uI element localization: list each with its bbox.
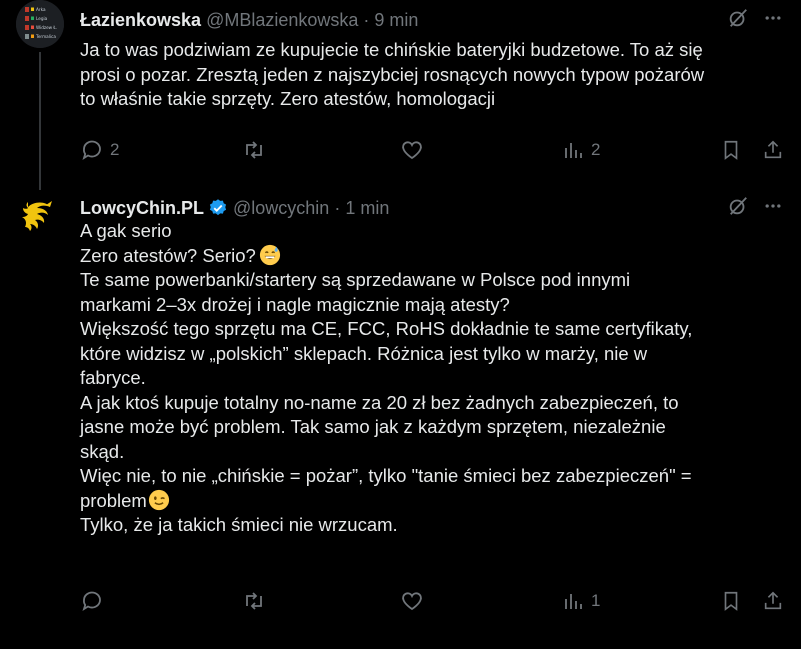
tweet-actions: 1: [80, 589, 783, 613]
heart-icon: [402, 592, 422, 611]
views-button[interactable]: 2: [561, 138, 600, 162]
tweet-timestamp[interactable]: 1 min: [345, 198, 389, 219]
tweet-actions: 2 2: [80, 138, 783, 162]
tweet-text-line: A jak ktoś kupuje totalny no-name za 20 …: [80, 391, 679, 413]
tweet-lazienkowska[interactable]: Arka Legia Widzew Ł. Termalica Łazienkow…: [0, 0, 801, 190]
tweet-header: LowcyChin.PL @lowcychin · 1 min: [80, 197, 783, 219]
tweet-text-line: Tylko, że ja takich śmieci nie wrzucam.: [80, 514, 398, 535]
views-count: 2: [591, 140, 601, 159]
tweet-text-line: markami 2–3x drożej i nagle magicznie ma…: [80, 293, 510, 315]
grinning-face-with-sweat-emoji: [259, 244, 280, 265]
more-options-icon[interactable]: [763, 196, 783, 221]
winking-face-emoji: [148, 489, 169, 510]
author-name[interactable]: Łazienkowska: [80, 10, 201, 31]
tweet-text-line: Większość tego sprzętu ma CE, FCC, RoHS …: [80, 318, 693, 339]
tweet-text-line: skąd.: [80, 440, 125, 462]
tweet-text-fragment: problem: [80, 489, 147, 511]
tweet-text-line: Ja to was podziwiam ze kupujecie te chiń…: [80, 39, 703, 60]
bookmark-icon: [724, 591, 738, 611]
heart-icon: [402, 141, 422, 160]
repost-icon: [246, 141, 262, 159]
author-handle[interactable]: @lowcychin: [233, 198, 329, 219]
tweet-timestamp[interactable]: 9 min: [374, 10, 418, 31]
author-handle[interactable]: @MBlazienkowska: [206, 10, 358, 31]
tweet-text-line: prosi o pozar. Zresztą jeden z najszybci…: [80, 63, 705, 85]
more-options-icon[interactable]: [763, 8, 783, 33]
repost-button[interactable]: [242, 138, 272, 162]
dragon-logo-icon: [16, 193, 64, 241]
share-icon: [764, 591, 782, 610]
tweet-header: Łazienkowska @MBlazienkowska · 9 min: [80, 9, 783, 31]
tweet-text-line: to właśnie takie sprzęty. Zero atestów, …: [80, 88, 496, 109]
repost-icon: [246, 592, 262, 610]
tweet-text-fragment: Zero atestów? Serio?: [80, 244, 256, 266]
tweet-text-line: Więc nie, to nie „chińskie = pożar”, tyl…: [80, 465, 692, 486]
tweet-text-line: które widzisz w „polskich” sklepach. Róż…: [80, 342, 648, 364]
avatar-league-table[interactable]: Arka Legia Widzew Ł. Termalica: [16, 0, 64, 48]
reply-icon: [82, 591, 101, 612]
repost-button[interactable]: [242, 589, 272, 613]
tweet-text: Ja to was podziwiam ze kupujecie te chiń…: [80, 38, 785, 112]
avatar-row-4: Termalica: [35, 34, 56, 39]
tweet-text-line: jasne może być problem. Tak samo jak z k…: [80, 416, 666, 437]
tweet-text-line: A gak serio: [80, 220, 172, 241]
reply-icon: [82, 140, 101, 161]
views-count: 1: [591, 591, 601, 610]
like-button[interactable]: [400, 589, 430, 613]
views-chart-icon: [565, 143, 582, 158]
share-icon: [764, 140, 782, 159]
thread-connector-line: [39, 52, 41, 190]
author-name[interactable]: LowcyChin.PL: [80, 198, 204, 219]
tweet-lowcychin[interactable]: LowcyChin.PL @lowcychin · 1 min A gak se…: [0, 189, 801, 649]
views-chart-icon: [565, 594, 582, 609]
avatar-row-2: Legia: [36, 16, 48, 21]
reply-count: 2: [110, 140, 120, 159]
views-button[interactable]: 1: [561, 589, 600, 613]
grok-icon[interactable]: [727, 195, 749, 222]
separator-dot: ·: [363, 9, 370, 30]
reply-button[interactable]: [80, 589, 110, 613]
separator-dot: ·: [334, 197, 341, 218]
tweet-text: A gak serio Zero atestów? Serio? Te same…: [80, 219, 785, 538]
bookmark-icon: [724, 140, 738, 160]
grok-icon[interactable]: [727, 7, 749, 34]
tweet-text-line: fabryce.: [80, 367, 146, 388]
bookmark-button[interactable]: [720, 589, 742, 613]
avatar-yellow-dragon[interactable]: [16, 193, 64, 241]
reply-button[interactable]: 2: [80, 138, 119, 162]
avatar-row-1: Arka: [36, 7, 46, 12]
share-button[interactable]: [762, 589, 784, 613]
tweet-text-line: problem: [80, 489, 785, 514]
like-button[interactable]: [400, 138, 430, 162]
bookmark-button[interactable]: [720, 138, 742, 162]
share-button[interactable]: [762, 138, 784, 162]
tweet-text-line: Te same powerbanki/startery są sprzedawa…: [80, 269, 631, 290]
tweet-text-line: Zero atestów? Serio?: [80, 244, 785, 269]
verified-badge-icon[interactable]: [208, 198, 228, 218]
avatar-row-3: Widzew Ł.: [36, 25, 57, 30]
